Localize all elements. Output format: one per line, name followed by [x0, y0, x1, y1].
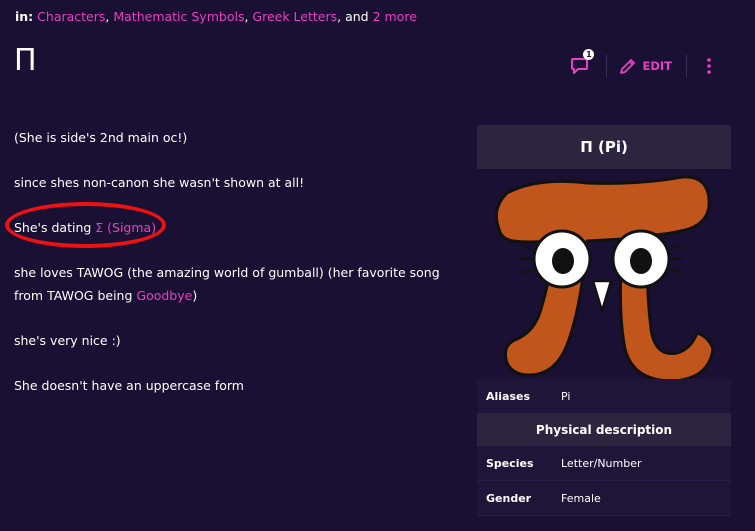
categories-more-link[interactable]: 2 more — [373, 9, 417, 24]
article-content: (She is side's 2nd main oc!) since shes … — [14, 126, 466, 419]
article-paragraph: She doesn't have an uppercase form — [14, 378, 244, 393]
infobox-image — [477, 169, 731, 383]
species-value: Letter/Number — [561, 456, 642, 470]
infobox-row-species: Species Letter/Number — [477, 446, 731, 481]
category-link-mathematic-symbols[interactable]: Mathematic Symbols — [113, 9, 244, 24]
categories-prefix: in: — [15, 9, 34, 24]
article-paragraph: since shes non-canon she wasn't shown at… — [14, 175, 305, 190]
more-options-button[interactable] — [699, 54, 719, 78]
aliases-value: Pi — [561, 389, 571, 403]
sigma-link[interactable]: Σ (Sigma) — [95, 220, 156, 235]
infobox-row-gender: Gender Female — [477, 481, 731, 516]
infobox: Π (Pi) Aliases Pi Physical description S… — [477, 125, 731, 516]
physical-description-header: Physical description — [477, 414, 731, 446]
category-link-greek-letters[interactable]: Greek Letters — [252, 9, 337, 24]
edit-button[interactable]: EDIT — [606, 55, 687, 77]
article-paragraph-dating: She's dating Σ (Sigma) — [14, 220, 157, 235]
page-title: Π — [14, 43, 37, 78]
article-paragraph: she loves TAWOG (the amazing world of gu… — [14, 265, 440, 303]
edit-label: EDIT — [642, 59, 672, 73]
pi-character-image — [494, 175, 715, 383]
comment-count-badge: 1 — [583, 49, 595, 60]
category-link-characters[interactable]: Characters — [37, 9, 105, 24]
gender-value: Female — [561, 491, 601, 505]
infobox-row-aliases: Aliases Pi — [477, 379, 731, 414]
goodbye-link[interactable]: Goodbye — [136, 288, 192, 303]
infobox-title: Π (Pi) — [477, 125, 731, 169]
pencil-icon — [620, 58, 636, 74]
aliases-label: Aliases — [486, 389, 531, 403]
species-label: Species — [486, 456, 534, 470]
comments-button[interactable]: 1 — [568, 49, 595, 78]
category-breadcrumb: in: Characters, Mathematic Symbols, Gree… — [15, 9, 417, 24]
article-paragraph: she's very nice :) — [14, 333, 121, 348]
gender-label: Gender — [486, 491, 532, 505]
page-actions: 1 EDIT — [568, 49, 719, 78]
article-paragraph: (She is side's 2nd main oc!) — [14, 130, 188, 145]
kebab-menu-icon — [707, 58, 711, 74]
